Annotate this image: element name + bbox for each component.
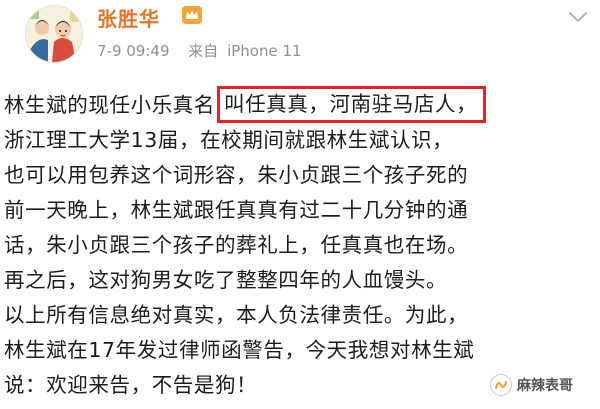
post-line-3: 也可以用包养这个词形容，朱小贞跟三个孩子死的: [4, 163, 469, 187]
post-line-6: 再之后，这对狗男女吃了整整四年的人血馒头。: [4, 268, 448, 292]
username[interactable]: 张胜华: [97, 3, 160, 32]
source-device[interactable]: iPhone 11: [227, 42, 302, 60]
crown-icon: [182, 6, 202, 24]
post-line-8: 林生斌在17年发过律师函警告，今天我想对林生斌: [4, 338, 475, 362]
post-meta: 7-9 09:49 来自 iPhone 11: [97, 40, 302, 61]
watermark-text: 麻辣表哥: [517, 378, 573, 394]
post-time: 7-9 09:49: [97, 42, 170, 60]
source-prefix: 来自: [188, 42, 219, 60]
post-line-4: 前一天晚上，林生斌跟任真真有过二十几分钟的通: [4, 198, 469, 222]
post-line-5: 话，朱小贞跟三个孩子的葬礼上，任真真也在场。: [4, 233, 469, 257]
wechat-channel-icon: [490, 374, 512, 396]
chevron-down-icon[interactable]: [568, 10, 588, 24]
post-line-1: 林生斌的现任小乐真名 叫任真真，河南驻马店人，: [4, 86, 600, 123]
highlighted-text: 叫任真真，河南驻马店人，: [217, 86, 487, 123]
post-line-text: 林生斌的现任小乐真名: [4, 93, 215, 117]
avatar[interactable]: [25, 5, 83, 63]
avatar-illustration-icon: [26, 6, 82, 62]
post-line-7: 以上所有信息绝对真实，本人负法律责任。为此，: [4, 303, 469, 327]
post-content: 林生斌的现任小乐真名 叫任真真，河南驻马店人， 浙江理工大学13届，在校期间就跟林…: [4, 86, 600, 403]
post-line-2: 浙江理工大学13届，在校期间就跟林生斌认识，: [4, 128, 454, 152]
post-header: 张胜华 7-9 09:49 来自 iPhone 11: [0, 0, 600, 80]
watermark: 麻辣表哥: [490, 372, 573, 398]
